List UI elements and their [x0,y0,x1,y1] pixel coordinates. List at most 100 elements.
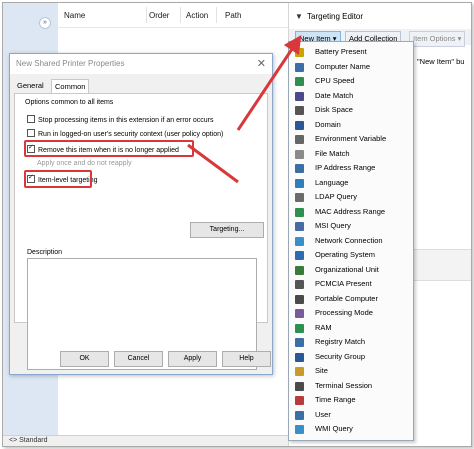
help-button[interactable]: Help [222,351,271,367]
domain-icon [295,120,304,130]
os-icon [295,251,304,260]
terminal-icon [295,381,304,391]
menu-item-registry-match[interactable]: Registry Match [289,335,413,350]
menu-item-label: Security Group [315,351,366,361]
menu-item-label: Time Range [315,395,356,404]
menu-item-portable-computer[interactable]: Portable Computer [289,292,413,307]
hint-text: "New Item" bu [417,57,465,66]
column-separator [180,7,181,23]
menu-item-network-connection[interactable]: Network Connection [289,234,413,249]
menu-item-label: Computer Name [315,61,371,71]
menu-item-pcmcia-present[interactable]: PCMCIA Present [289,277,413,292]
option-run-as-user[interactable]: Run in logged-on user's security context… [27,129,223,138]
tab-standard[interactable]: <> Standard [9,437,48,444]
menu-item-label: Portable Computer [315,293,378,303]
menu-item-label: Organizational Unit [315,264,379,274]
targeting-button[interactable]: Targeting... [190,222,264,238]
globe-icon [295,178,304,188]
menu-item-label: IP Address Range [315,163,376,172]
laptop-icon [295,294,304,304]
wmi-icon [295,425,304,434]
printer-properties-dialog: New Shared Printer Properties ✕ General … [9,53,273,375]
menu-item-battery-present[interactable]: Battery Present [289,45,413,60]
checkbox[interactable] [27,129,35,137]
ok-button[interactable]: OK [60,351,109,367]
menu-item-label: Environment Variable [315,134,387,143]
clock-icon [295,396,304,405]
column-path[interactable]: Path [225,11,241,20]
mac-icon [295,207,304,217]
menu-item-wmi-query[interactable]: WMI Query [289,422,413,437]
menu-item-label: Battery Present [315,47,367,56]
menu-item-environment-variable[interactable]: Environment Variable [289,132,413,147]
checkbox[interactable] [27,115,35,123]
menu-item-computer-name[interactable]: Computer Name [289,60,413,75]
network-icon [295,236,304,246]
battery-icon [295,48,304,57]
menu-item-operating-system[interactable]: Operating System [289,248,413,263]
menu-item-msi-query[interactable]: MSI Query [289,219,413,234]
registry-icon [295,338,304,347]
ou-icon [295,265,304,275]
user-icon [295,410,304,420]
menu-item-domain[interactable]: Domain [289,118,413,133]
column-action[interactable]: Action [186,11,208,20]
file-icon [295,149,304,159]
highlight-remove-option [24,140,194,157]
new-item-dropdown-menu: Battery Present Computer Name CPU Speed Dat… [288,41,414,441]
menu-item-site[interactable]: Site [289,364,413,379]
menu-item-label: WMI Query [315,424,353,433]
description-label: Description [27,249,63,256]
menu-item-ip-address-range[interactable]: IP Address Range [289,161,413,176]
column-name[interactable]: Name [64,11,85,20]
calendar-icon [295,91,304,101]
menu-item-user[interactable]: User [289,408,413,423]
menu-item-language[interactable]: Language [289,176,413,191]
menu-item-ram[interactable]: RAM [289,321,413,336]
targeting-editor-titlebar: ▼ Targeting Editor [289,3,471,27]
menu-item-file-match[interactable]: File Match [289,147,413,162]
processing-icon [295,309,304,318]
menu-item-label: Site [315,366,328,375]
column-separator [146,7,147,23]
site-icon [295,367,304,376]
cancel-button[interactable]: Cancel [114,351,163,367]
ram-icon [295,323,304,333]
computer-icon [295,62,304,72]
close-icon[interactable]: ✕ [257,57,266,70]
environment-icon [295,135,304,144]
menu-item-security-group[interactable]: Security Group [289,350,413,365]
menu-item-mac-address-range[interactable]: MAC Address Range [289,205,413,220]
menu-item-label: RAM [315,322,332,332]
ip-icon [295,164,304,173]
menu-item-organizational-unit[interactable]: Organizational Unit [289,263,413,278]
menu-item-processing-mode[interactable]: Processing Mode [289,306,413,321]
menu-item-label: Operating System [315,250,376,259]
group-title: Options common to all items [25,99,114,106]
menu-item-disk-space[interactable]: Disk Space [289,103,413,118]
menu-item-ldap-query[interactable]: LDAP Query [289,190,413,205]
menu-item-label: User [315,409,331,419]
menu-item-label: MSI Query [315,221,351,230]
menu-item-label: Processing Mode [315,308,373,317]
dialog-title: New Shared Printer Properties [16,59,125,68]
collapse-icon[interactable]: » [39,17,51,29]
security-group-icon [295,352,304,362]
msi-icon [295,222,304,231]
column-order[interactable]: Order [149,11,169,20]
menu-item-label: Date Match [315,90,354,100]
menu-item-cpu-speed[interactable]: CPU Speed [289,74,413,89]
apply-button[interactable]: Apply [168,351,217,367]
menu-item-time-range[interactable]: Time Range [289,393,413,408]
pcmcia-icon [295,280,304,289]
option-stop-processing[interactable]: Stop processing items in this extension … [27,115,213,124]
cpu-icon [295,77,304,86]
menu-item-label: Language [315,177,349,187]
tab-general[interactable]: General [14,79,47,92]
item-options-button[interactable]: Item Options ▾ [409,31,466,47]
tab-common[interactable]: Common [51,79,90,93]
menu-item-label: Domain [315,119,341,129]
menu-item-terminal-session[interactable]: Terminal Session [289,379,413,394]
option-apply-once: Apply once and do not reapply [37,160,132,167]
menu-item-date-match[interactable]: Date Match [289,89,413,104]
